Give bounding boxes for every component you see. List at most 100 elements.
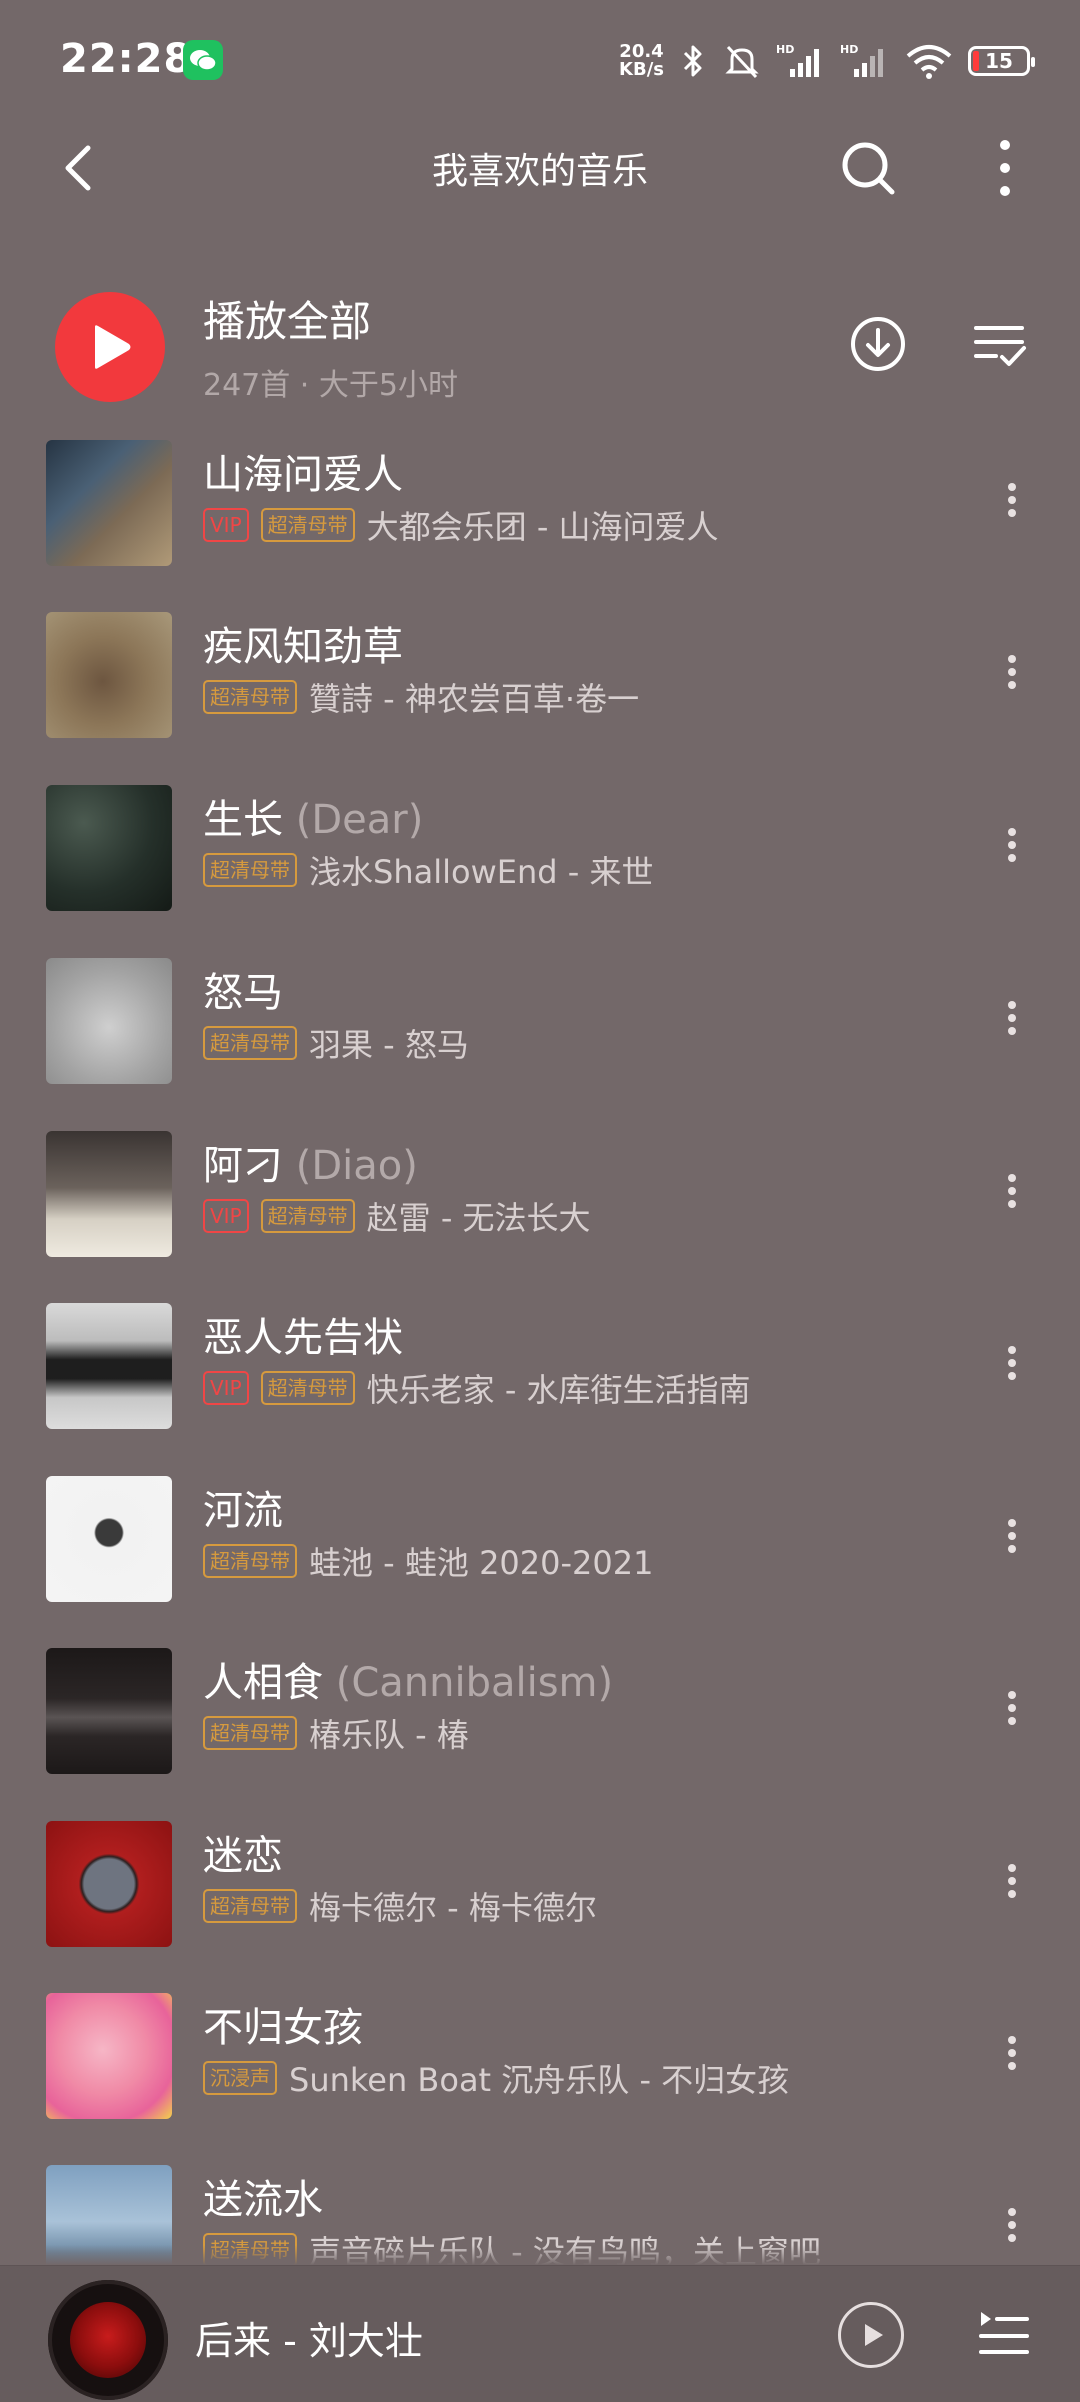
song-row[interactable]: 迷恋 超清母带 梅卡德尔 - 梅卡德尔 <box>0 1821 1080 1993</box>
download-icon[interactable] <box>848 314 908 374</box>
more-options-icon[interactable] <box>999 1169 1025 1219</box>
page-title: 我喜欢的音乐 <box>431 151 648 192</box>
artist-album: 快乐老家 - 水库街生活指南 <box>366 1371 751 1409</box>
vip-tag: VIP <box>203 1199 249 1233</box>
song-row[interactable]: 恶人先告状 VIP 超清母带 快乐老家 - 水库街生活指南 <box>0 1303 1080 1475</box>
quality-tag: 超清母带 <box>203 680 297 714</box>
vip-tag: VIP <box>203 508 249 542</box>
svg-text:HD: HD <box>776 43 794 56</box>
album-cover <box>46 785 172 911</box>
song-row[interactable]: 生长 (Dear) 超清母带 浅水ShallowEnd - 来世 <box>0 785 1080 957</box>
song-row[interactable]: 阿刁 (Diao) VIP 超清母带 赵雷 - 无法长大 <box>0 1131 1080 1303</box>
status-time: 22:28 <box>60 36 193 82</box>
signal-icon: HD <box>776 43 819 77</box>
song-meta: VIP 超清母带 快乐老家 - 水库街生活指南 <box>203 1365 751 1411</box>
vip-tag: VIP <box>203 1371 249 1405</box>
play-icon <box>95 325 131 369</box>
title-bar: 我喜欢的音乐 <box>0 120 1080 220</box>
more-options-icon[interactable] <box>999 1341 1025 1391</box>
artist-album: 赵雷 - 无法长大 <box>366 1199 591 1237</box>
status-icons: 20.4 KB/s HD HD 15 <box>619 36 1035 86</box>
mini-player[interactable]: 后来 - 刘大壮 <box>0 2265 1080 2402</box>
song-meta: 超清母带 椿乐队 - 椿 <box>203 1710 469 1756</box>
artist-album: 蛙池 - 蛙池 2020-2021 <box>309 1544 654 1582</box>
playlist-icon[interactable] <box>975 2306 1031 2362</box>
quality-tag: 超清母带 <box>203 1716 297 1750</box>
song-title: 怒马 <box>203 970 283 1016</box>
artist-album: 羽果 - 怒马 <box>309 1026 469 1064</box>
quality-tag: 超清母带 <box>260 1371 355 1405</box>
bluetooth-icon <box>683 45 702 77</box>
more-options-icon[interactable] <box>999 1514 1025 1564</box>
more-options-icon[interactable] <box>999 1686 1025 1736</box>
network-speed: 20.4 KB/s <box>619 41 664 80</box>
album-cover <box>46 1821 172 1947</box>
play-all-button[interactable] <box>55 292 165 402</box>
search-icon[interactable] <box>835 135 901 201</box>
song-title: 山海问爱人 <box>203 452 403 498</box>
more-options-icon[interactable] <box>999 478 1025 528</box>
quality-tag: 超清母带 <box>260 508 355 542</box>
song-title: 不归女孩 <box>203 2005 363 2051</box>
song-meta: 超清母带 贊詩 - 神农尝百草·卷一 <box>203 674 639 720</box>
song-title: 恶人先告状 <box>203 1315 403 1361</box>
more-options-icon[interactable] <box>999 823 1025 873</box>
song-meta: 超清母带 梅卡德尔 - 梅卡德尔 <box>203 1883 597 1929</box>
album-cover <box>46 1476 172 1602</box>
song-row[interactable]: 河流 超清母带 蛙池 - 蛙池 2020-2021 <box>0 1476 1080 1648</box>
album-cover <box>46 1993 172 2119</box>
song-title: 送流水 <box>203 2177 323 2223</box>
artist-album: 贊詩 - 神农尝百草·卷一 <box>309 680 640 718</box>
song-title: 河流 <box>203 1488 283 1534</box>
album-cover <box>46 440 172 566</box>
song-meta: 超清母带 浅水ShallowEnd - 来世 <box>203 847 653 893</box>
artist-album: 大都会乐团 - 山海问爱人 <box>366 508 719 546</box>
song-title: 迷恋 <box>203 1833 283 1879</box>
play-all-label: 播放全部 <box>203 297 372 346</box>
album-cover <box>46 612 172 738</box>
status-bar: 22:28 20.4 KB/s HD HD 15 <box>0 0 1080 120</box>
song-meta: 超清母带 羽果 - 怒马 <box>203 1020 469 1066</box>
quality-tag: 沉浸声 <box>203 2061 277 2095</box>
song-meta: 超清母带 蛙池 - 蛙池 2020-2021 <box>203 1538 654 1584</box>
song-row[interactable]: 疾风知劲草 超清母带 贊詩 - 神农尝百草·卷一 <box>0 612 1080 784</box>
album-cover <box>46 958 172 1084</box>
album-cover <box>46 1648 172 1774</box>
quality-tag: 超清母带 <box>203 853 297 887</box>
song-title: 疾风知劲草 <box>203 624 403 670</box>
song-meta: 沉浸声 Sunken Boat 沉舟乐队 - 不归女孩 <box>203 2055 789 2101</box>
play-pause-button[interactable] <box>838 2302 904 2368</box>
mute-bell-icon <box>725 45 759 79</box>
play-all-subtitle: 247首 · 大于5小时 <box>203 368 458 403</box>
quality-tag: 超清母带 <box>203 1544 297 1578</box>
quality-tag: 超清母带 <box>260 1199 355 1233</box>
song-meta: VIP 超清母带 大都会乐团 - 山海问爱人 <box>203 502 719 548</box>
more-options-icon[interactable] <box>999 1859 1025 1909</box>
song-row[interactable]: 不归女孩 沉浸声 Sunken Boat 沉舟乐队 - 不归女孩 <box>0 1993 1080 2165</box>
song-title: 阿刁 (Diao) <box>203 1143 418 1189</box>
more-menu-icon[interactable] <box>985 135 1025 201</box>
multi-select-icon[interactable] <box>972 320 1028 370</box>
wifi-icon <box>906 45 952 79</box>
battery-icon: 15 <box>968 46 1035 76</box>
song-row[interactable]: 山海问爱人 VIP 超清母带 大都会乐团 - 山海问爱人 <box>0 440 1080 612</box>
song-row[interactable]: 人相食 (Cannibalism) 超清母带 椿乐队 - 椿 <box>0 1648 1080 1820</box>
signal-icon: HD <box>840 43 883 77</box>
album-cover <box>46 1303 172 1429</box>
more-options-icon[interactable] <box>999 2031 1025 2081</box>
more-options-icon[interactable] <box>999 650 1025 700</box>
list-fade <box>0 2245 1080 2265</box>
artist-album: Sunken Boat 沉舟乐队 - 不归女孩 <box>289 2061 790 2099</box>
song-row[interactable]: 怒马 超清母带 羽果 - 怒马 <box>0 958 1080 1130</box>
play-all-row[interactable]: 播放全部 247首 · 大于5小时 <box>0 268 1080 403</box>
album-disc[interactable] <box>48 2280 168 2400</box>
song-title: 生长 (Dear) <box>203 797 424 843</box>
artist-album: 梅卡德尔 - 梅卡德尔 <box>309 1889 597 1927</box>
now-playing-text: 后来 - 刘大壮 <box>195 2319 423 2363</box>
quality-tag: 超清母带 <box>203 1026 297 1060</box>
song-meta: VIP 超清母带 赵雷 - 无法长大 <box>203 1193 591 1239</box>
song-title: 人相食 (Cannibalism) <box>203 1660 614 1706</box>
wechat-icon <box>183 40 223 80</box>
quality-tag: 超清母带 <box>203 1889 297 1923</box>
more-options-icon[interactable] <box>999 996 1025 1046</box>
